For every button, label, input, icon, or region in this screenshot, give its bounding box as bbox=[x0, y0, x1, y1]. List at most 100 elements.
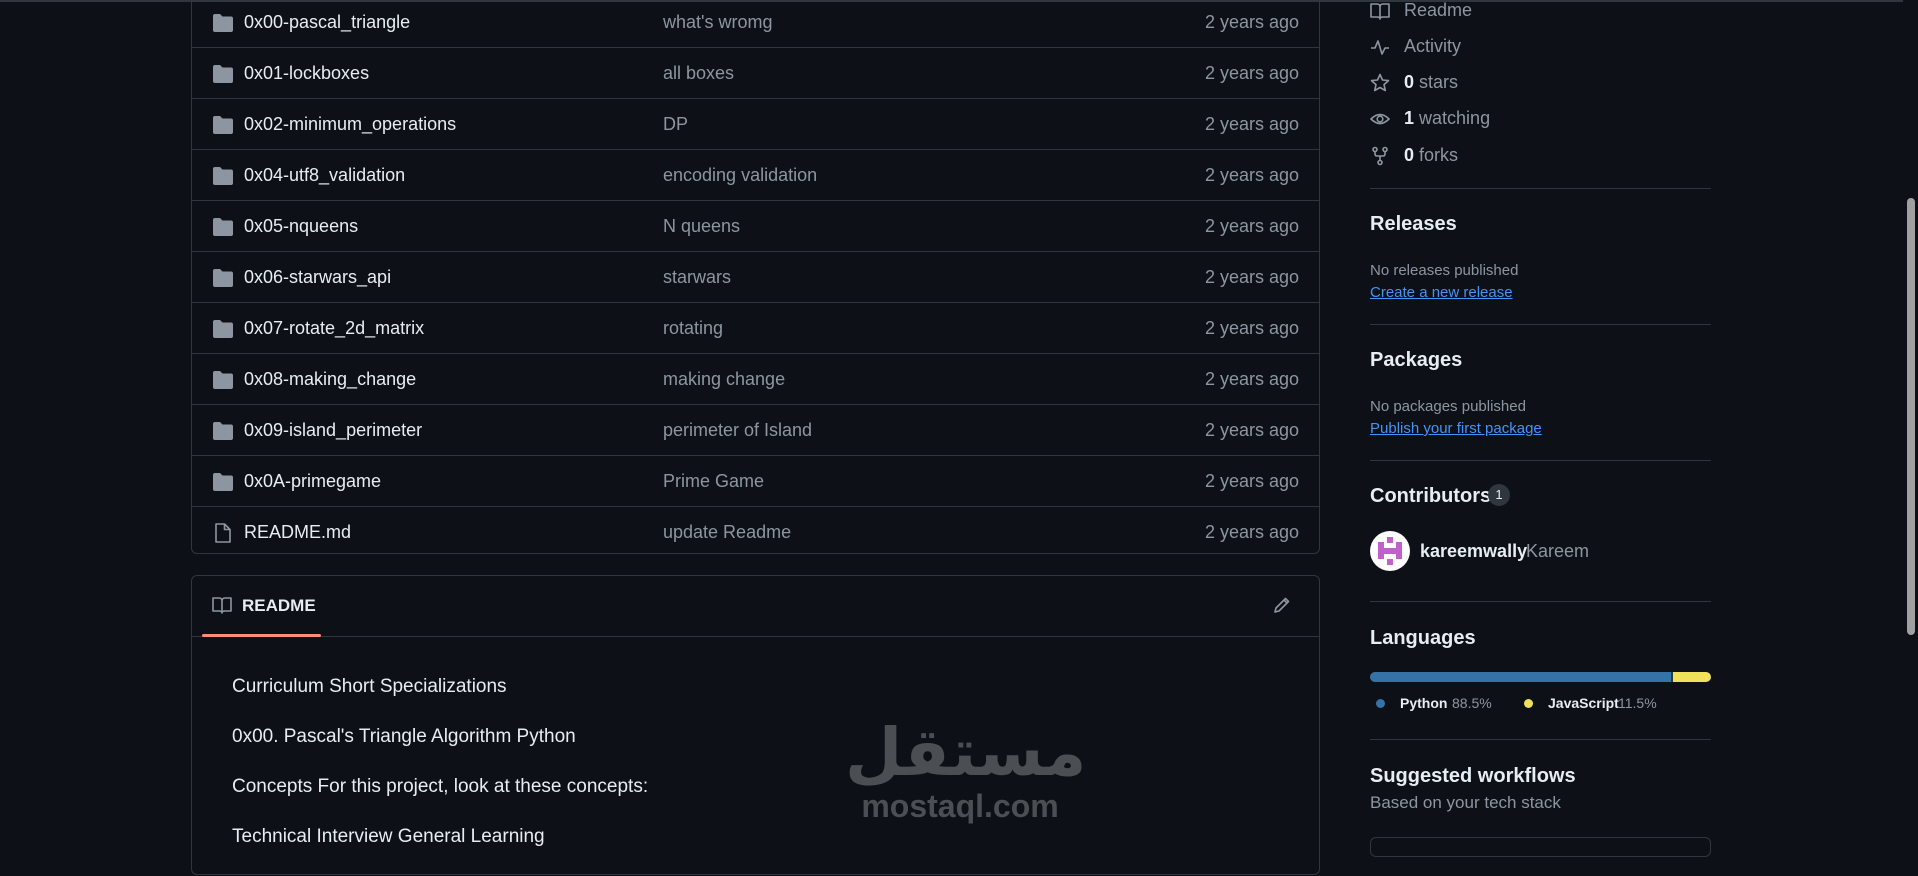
language-name: JavaScript bbox=[1548, 695, 1619, 711]
watching-count: 1 bbox=[1404, 108, 1415, 128]
readme-line: 0x00. Pascal's Triangle Algorithm Python bbox=[232, 726, 576, 747]
forks-count: 0 bbox=[1404, 145, 1415, 165]
commit-message-link[interactable]: what's wromg bbox=[663, 12, 772, 33]
sidebar-divider bbox=[1370, 460, 1711, 461]
language-bar bbox=[1370, 672, 1711, 682]
pulse-icon bbox=[1371, 40, 1389, 55]
file-row[interactable]: 0x06-starwars_api starwars 2 years ago bbox=[192, 252, 1319, 303]
commit-message-link[interactable]: perimeter of Island bbox=[663, 420, 812, 441]
commit-message-link[interactable]: rotating bbox=[663, 318, 723, 339]
stars-count: 0 bbox=[1404, 72, 1415, 92]
language-bar-javascript bbox=[1673, 672, 1711, 682]
contributor-login[interactable]: kareemwally bbox=[1420, 541, 1527, 562]
readme-line: Concepts For this project, look at these… bbox=[232, 776, 649, 797]
readme-content: Curriculum Short Specializations 0x00. P… bbox=[232, 676, 648, 876]
forks-text: 0 forks bbox=[1404, 145, 1458, 166]
packages-title[interactable]: Packages bbox=[1370, 349, 1462, 372]
commit-message-link[interactable]: DP bbox=[663, 114, 688, 135]
file-row[interactable]: README.md update Readme 2 years ago bbox=[192, 507, 1319, 553]
stars-label: stars bbox=[1419, 72, 1459, 92]
language-bar-python bbox=[1370, 672, 1671, 682]
commit-message-link[interactable]: update Readme bbox=[663, 522, 791, 543]
commit-age: 2 years ago bbox=[1204, 369, 1299, 389]
commit-age: 2 years ago bbox=[1204, 267, 1299, 287]
file-name-link[interactable]: 0x00-pascal_triangle bbox=[244, 12, 410, 33]
file-name-link[interactable]: 0x06-starwars_api bbox=[244, 267, 391, 288]
file-row[interactable]: 0x04-utf8_validation encoding validation… bbox=[192, 150, 1319, 201]
commit-message-link[interactable]: all boxes bbox=[663, 63, 734, 84]
pencil-icon[interactable] bbox=[1273, 596, 1291, 614]
book-icon bbox=[1370, 3, 1390, 20]
file-row[interactable]: 0x01-lockboxes all boxes 2 years ago bbox=[192, 48, 1319, 99]
workflow-card[interactable] bbox=[1370, 837, 1711, 857]
packages-empty-text: No packages published bbox=[1370, 398, 1526, 415]
commit-age: 2 years ago bbox=[1204, 216, 1299, 236]
sidebar-divider bbox=[1370, 601, 1711, 602]
contributor-name: Kareem bbox=[1526, 541, 1590, 561]
javascript-color-dot bbox=[1524, 699, 1533, 708]
file-row[interactable]: 0x05-nqueens N queens 2 years ago bbox=[192, 201, 1319, 252]
file-row[interactable]: 0x0A-primegame Prime Game 2 years ago bbox=[192, 456, 1319, 507]
watermark-arabic: مستقل bbox=[845, 714, 1087, 791]
file-name-link[interactable]: 0x05-nqueens bbox=[244, 216, 358, 237]
file-name-link[interactable]: 0x07-rotate_2d_matrix bbox=[244, 318, 424, 339]
file-name-link[interactable]: 0x0A-primegame bbox=[244, 471, 381, 492]
folder-icon bbox=[213, 65, 233, 83]
file-name-link[interactable]: 0x08-making_change bbox=[244, 369, 416, 390]
avatar[interactable] bbox=[1370, 531, 1410, 571]
fork-icon bbox=[1372, 146, 1388, 166]
commit-age: 2 years ago bbox=[1204, 471, 1299, 491]
file-row[interactable]: 0x00-pascal_triangle what's wromg 2 year… bbox=[192, 0, 1319, 48]
scrollbar-thumb[interactable] bbox=[1907, 198, 1915, 635]
commit-age: 2 years ago bbox=[1204, 114, 1299, 134]
contributors-count-badge: 1 bbox=[1488, 484, 1510, 506]
folder-icon bbox=[213, 116, 233, 134]
readme-line: Technical Interview General Learning bbox=[232, 826, 545, 847]
folder-icon bbox=[213, 14, 233, 32]
watermark-latin: mostaql.com bbox=[861, 788, 1059, 824]
releases-title[interactable]: Releases bbox=[1370, 213, 1457, 236]
commit-age: 2 years ago bbox=[1204, 63, 1299, 83]
stars-text: 0 stars bbox=[1404, 72, 1458, 93]
folder-icon bbox=[213, 218, 233, 236]
watching-text: 1 watching bbox=[1404, 108, 1490, 129]
folder-icon bbox=[213, 269, 233, 287]
readme-header: README bbox=[192, 576, 1319, 637]
commit-message-link[interactable]: encoding validation bbox=[663, 165, 817, 186]
file-name-link[interactable]: 0x01-lockboxes bbox=[244, 63, 369, 84]
commit-message-link[interactable]: starwars bbox=[663, 267, 731, 288]
commit-message-link[interactable]: Prime Game bbox=[663, 471, 764, 492]
folder-icon bbox=[213, 320, 233, 338]
suggested-workflows-subtitle: Based on your tech stack bbox=[1370, 793, 1561, 812]
file-row[interactable]: 0x08-making_change making change 2 years… bbox=[192, 354, 1319, 405]
sidebar-divider bbox=[1370, 188, 1711, 189]
commit-message-link[interactable]: making change bbox=[663, 369, 785, 390]
publish-package-link[interactable]: Publish your first package bbox=[1370, 420, 1542, 437]
commit-message-link[interactable]: N queens bbox=[663, 216, 740, 237]
file-name-link[interactable]: 0x04-utf8_validation bbox=[244, 165, 405, 186]
mostaql-watermark: مستقل mostaql.com bbox=[845, 714, 1087, 825]
file-name-link[interactable]: README.md bbox=[244, 522, 351, 543]
readme-tab[interactable]: README bbox=[202, 576, 321, 637]
file-name-link[interactable]: 0x02-minimum_operations bbox=[244, 114, 456, 135]
file-name-link[interactable]: 0x09-island_perimeter bbox=[244, 420, 422, 441]
language-name: Python bbox=[1400, 695, 1448, 711]
contributors-title[interactable]: Contributors bbox=[1370, 485, 1491, 508]
language-python[interactable]: Python 88.5% bbox=[1370, 694, 1510, 714]
readme-line: Curriculum Short Specializations bbox=[232, 676, 507, 697]
folder-icon bbox=[213, 371, 233, 389]
file-table: 0x00-pascal_triangle what's wromg 2 year… bbox=[191, 0, 1320, 554]
languages-title: Languages bbox=[1370, 627, 1476, 649]
commit-age: 2 years ago bbox=[1204, 522, 1299, 542]
star-icon bbox=[1370, 73, 1390, 92]
readme-panel: README Curriculum Short Specializations … bbox=[191, 575, 1320, 875]
language-percent: 11.5% bbox=[1618, 695, 1657, 711]
commit-age: 2 years ago bbox=[1204, 12, 1299, 32]
file-row[interactable]: 0x07-rotate_2d_matrix rotating 2 years a… bbox=[192, 303, 1319, 354]
file-row[interactable]: 0x09-island_perimeter perimeter of Islan… bbox=[192, 405, 1319, 456]
page-scrollbar[interactable] bbox=[1903, 0, 1918, 843]
file-row[interactable]: 0x02-minimum_operations DP 2 years ago bbox=[192, 99, 1319, 150]
create-release-link[interactable]: Create a new release bbox=[1370, 284, 1513, 301]
activity-label: Activity bbox=[1404, 36, 1462, 56]
language-javascript[interactable]: JavaScript 11.5% bbox=[1518, 694, 1668, 714]
